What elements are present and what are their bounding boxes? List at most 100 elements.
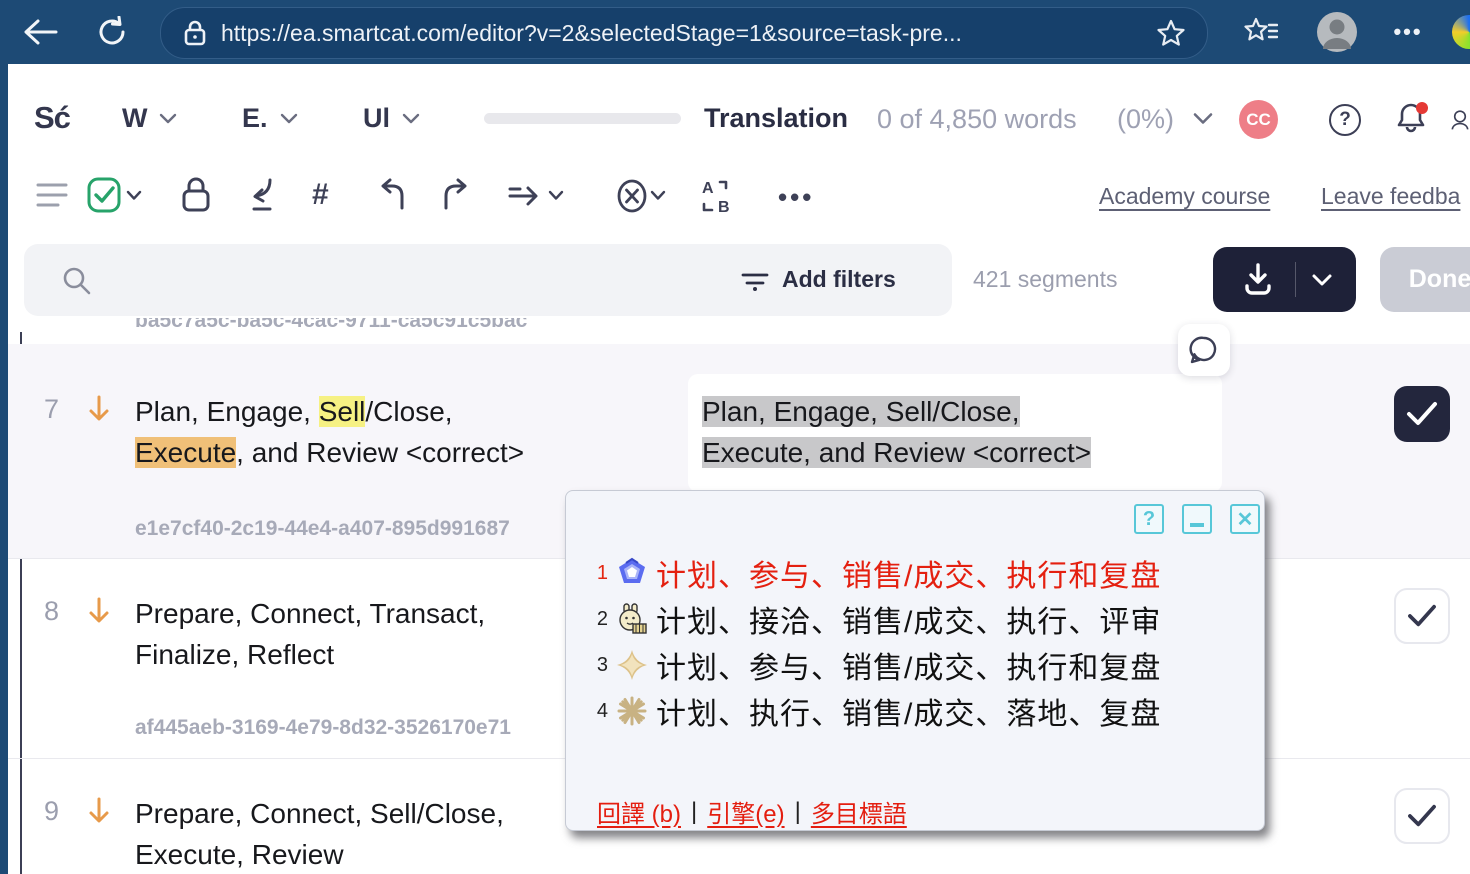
button-divider bbox=[1295, 262, 1296, 297]
footer-separator: | bbox=[691, 798, 697, 826]
multi-target-link[interactable]: 多目標語 bbox=[811, 794, 907, 829]
add-filters-button[interactable] bbox=[740, 268, 770, 294]
segment-9-source-text[interactable]: Prepare, Connect, Sell/Close, Execute, R… bbox=[135, 793, 504, 874]
leave-feedback-link[interactable]: Leave feedba bbox=[1321, 183, 1460, 210]
menu-workspace[interactable]: W bbox=[122, 103, 177, 134]
back-arrow-icon bbox=[22, 17, 58, 47]
source-text-line: Execute, Review bbox=[135, 834, 504, 874]
segment-9-confirm-button[interactable] bbox=[1394, 788, 1450, 844]
source-text-part: /Close, bbox=[365, 396, 452, 427]
segments-menu-button[interactable] bbox=[36, 182, 68, 208]
segment-8-source-text[interactable]: Prepare, Connect, Transact, Finalize, Re… bbox=[135, 593, 485, 675]
diamond-engine-icon bbox=[616, 649, 648, 681]
words-progress-text: 0 of 4,850 words bbox=[877, 104, 1077, 135]
comment-button[interactable] bbox=[1178, 324, 1230, 376]
svg-text:B: B bbox=[718, 199, 730, 214]
insert-tag-button[interactable]: # bbox=[312, 178, 329, 212]
segment-number: 7 bbox=[44, 394, 59, 425]
mt-result-row[interactable]: 2 计划、接洽、销售/成交、执行、评审 bbox=[586, 596, 1161, 642]
svg-text:A: A bbox=[702, 180, 714, 197]
browser-profile-avatar[interactable] bbox=[1316, 11, 1358, 53]
undo-button[interactable] bbox=[374, 178, 410, 212]
bell-icon bbox=[1395, 100, 1431, 138]
mt-result-text: 计划、参与、销售/成交、执行和复盘 bbox=[656, 551, 1161, 595]
segment-7-target-editor[interactable]: Plan, Engage, Sell/Close, Execute, and R… bbox=[688, 374, 1222, 492]
browser-extension-icon[interactable] bbox=[1452, 15, 1470, 49]
result-number: 2 bbox=[586, 608, 608, 631]
browser-toolbar: https://ea.smartcat.com/editor?v=2&selec… bbox=[0, 0, 1470, 64]
result-number: 1 bbox=[586, 562, 608, 585]
stage-chevron-icon[interactable] bbox=[1193, 112, 1213, 126]
smartcat-logo[interactable]: Sć bbox=[34, 100, 70, 136]
confirm-options-chevron-icon[interactable] bbox=[126, 190, 142, 201]
result-number: 3 bbox=[586, 654, 608, 677]
redo-button[interactable] bbox=[438, 178, 474, 212]
refresh-icon bbox=[96, 16, 128, 48]
goto-next-button[interactable] bbox=[506, 182, 544, 210]
question-mark-icon: ? bbox=[1143, 508, 1155, 531]
menu-document-label: Ul bbox=[363, 103, 390, 134]
popup-minimize-button[interactable] bbox=[1182, 504, 1212, 534]
reject-segment-button[interactable] bbox=[614, 178, 650, 214]
back-translate-link[interactable]: 回譯 (b) bbox=[597, 794, 681, 829]
download-split-button[interactable] bbox=[1213, 247, 1356, 312]
account-icon-cut[interactable] bbox=[1450, 102, 1470, 138]
favorite-star-icon[interactable] bbox=[1157, 19, 1185, 47]
help-button[interactable]: ? bbox=[1329, 104, 1361, 136]
segment-8-confirm-button[interactable] bbox=[1394, 588, 1450, 644]
source-highlight-yellow: Sell bbox=[319, 396, 366, 427]
chevron-down-icon bbox=[402, 113, 420, 125]
progress-bar bbox=[484, 113, 681, 124]
machine-translate-button[interactable]: A B bbox=[700, 178, 736, 214]
lock-icon bbox=[180, 176, 212, 214]
menu-document[interactable]: Ul bbox=[363, 103, 420, 134]
mt-result-row[interactable]: 4 计划、执行、销售/成交、落地、复盘 bbox=[586, 688, 1161, 734]
confirm-segment-button[interactable] bbox=[86, 176, 122, 214]
blue-knot-engine-icon bbox=[616, 557, 648, 589]
download-icon bbox=[1241, 262, 1275, 296]
browser-back-button[interactable] bbox=[18, 10, 62, 54]
segment-7-confirm-button[interactable] bbox=[1394, 386, 1450, 442]
browser-more-button[interactable]: ••• bbox=[1386, 10, 1430, 54]
add-filters-label[interactable]: Add filters bbox=[782, 266, 896, 293]
menu-project[interactable]: E. bbox=[242, 103, 298, 134]
minimize-icon bbox=[1190, 523, 1204, 527]
segments-count: 421 segments bbox=[973, 266, 1117, 293]
download-options-chevron-icon[interactable] bbox=[1311, 273, 1333, 287]
address-bar[interactable]: https://ea.smartcat.com/editor?v=2&selec… bbox=[160, 7, 1208, 59]
segment-direction-icon bbox=[88, 597, 110, 625]
footer-separator: | bbox=[795, 798, 801, 826]
search-icon bbox=[62, 266, 92, 296]
browser-refresh-button[interactable] bbox=[90, 10, 134, 54]
browser-favorites-button[interactable] bbox=[1238, 10, 1284, 54]
arrow-down-left-icon bbox=[246, 176, 278, 214]
url-text: https://ea.smartcat.com/editor?v=2&selec… bbox=[221, 20, 962, 47]
copy-source-button[interactable] bbox=[246, 176, 278, 214]
reject-options-chevron-icon[interactable] bbox=[650, 190, 666, 201]
mt-result-row[interactable]: 1 计划、参与、销售/成交、执行和复盘 bbox=[586, 550, 1161, 596]
lock-segment-button[interactable] bbox=[180, 176, 212, 214]
toolbar-more-button[interactable]: ••• bbox=[778, 182, 814, 213]
popup-close-button[interactable]: ✕ bbox=[1230, 504, 1260, 534]
source-highlight-orange: Execute bbox=[135, 437, 236, 468]
avatar-icon bbox=[1316, 11, 1358, 53]
menu-project-label: E. bbox=[242, 103, 268, 134]
comment-bubble-icon bbox=[1189, 335, 1219, 365]
undo-icon bbox=[374, 178, 410, 212]
academy-course-link[interactable]: Academy course bbox=[1099, 183, 1270, 210]
collections-star-icon bbox=[1244, 17, 1278, 47]
ellipsis-icon: ••• bbox=[1393, 19, 1422, 45]
check-icon bbox=[1406, 803, 1438, 829]
mt-result-text: 计划、接洽、销售/成交、执行、评审 bbox=[656, 597, 1161, 641]
user-avatar[interactable]: CC bbox=[1239, 100, 1278, 139]
notifications-button[interactable] bbox=[1395, 100, 1431, 138]
engines-link[interactable]: 引擎(e) bbox=[707, 794, 784, 829]
goto-options-chevron-icon[interactable] bbox=[548, 190, 564, 201]
popup-help-button[interactable]: ? bbox=[1134, 504, 1164, 534]
check-icon bbox=[1406, 603, 1438, 629]
x-circle-icon bbox=[614, 178, 650, 214]
segment-7-source-text[interactable]: Plan, Engage, Sell/Close, Execute, and R… bbox=[135, 391, 524, 473]
mt-result-row[interactable]: 3 计划、参与、销售/成交、执行和复盘 bbox=[586, 642, 1161, 688]
popup-footer: 回譯 (b) | 引擎(e) | 多目標語 bbox=[597, 794, 907, 829]
done-button[interactable]: Done bbox=[1380, 247, 1470, 312]
